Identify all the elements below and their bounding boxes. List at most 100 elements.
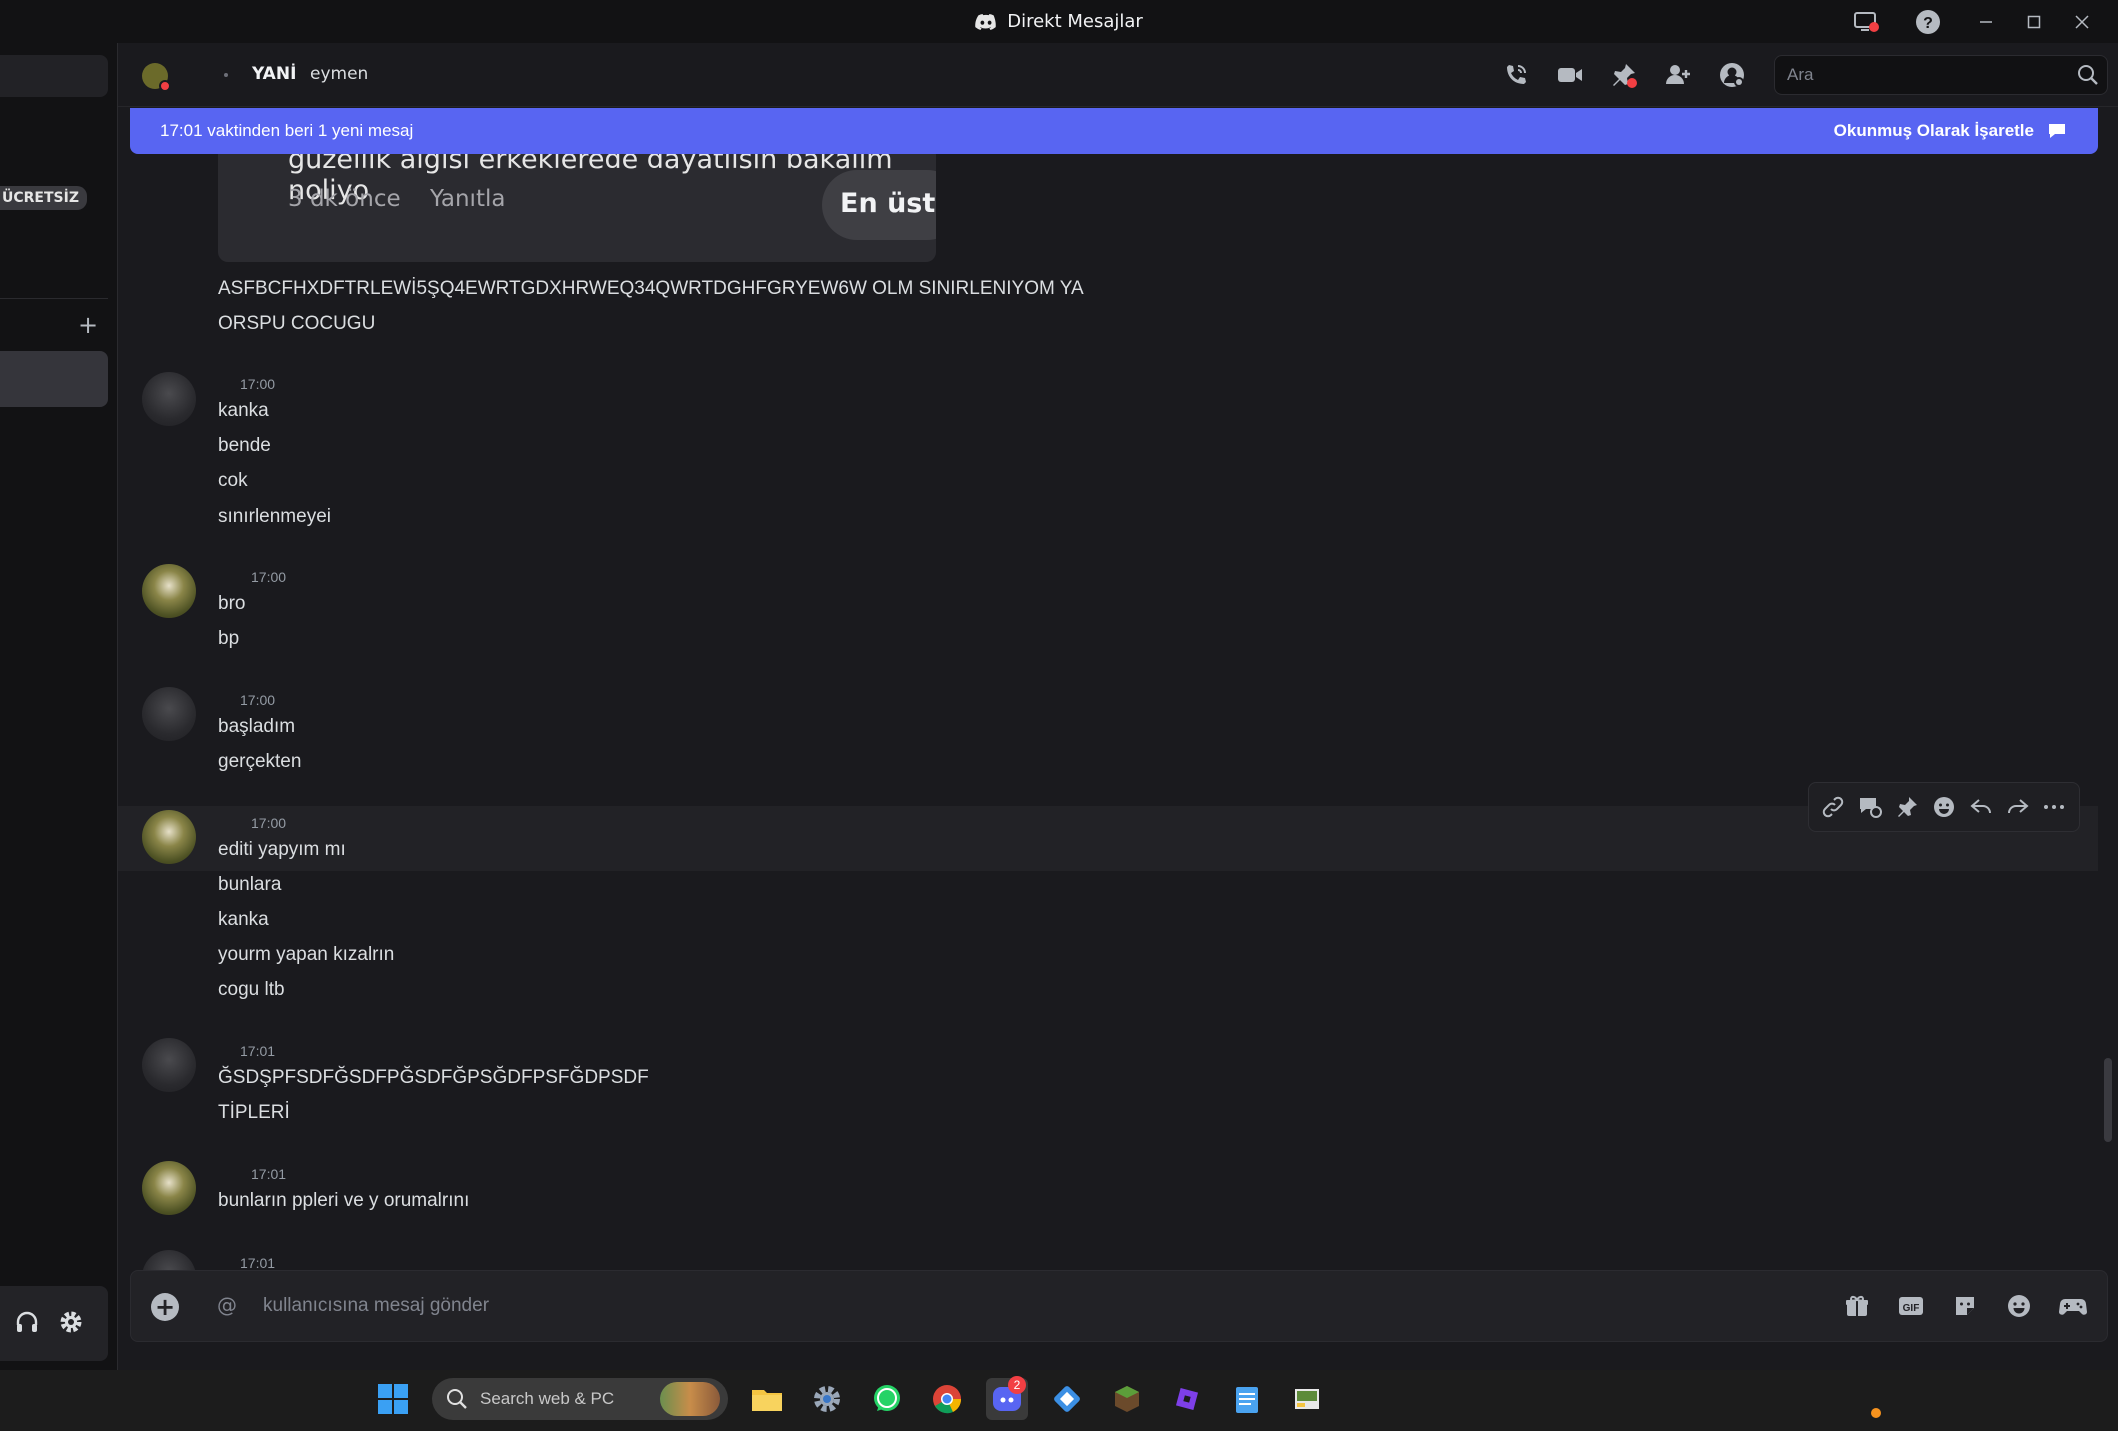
embedded-comment-screenshot: güzellik algısı erkeklerede dayatılsın b… bbox=[218, 154, 936, 262]
find-conversation-button[interactable] bbox=[0, 55, 108, 97]
mark-as-read-label: Okunmuş Olarak İşaretle bbox=[1833, 121, 2034, 140]
message-line: kanka bbox=[218, 400, 269, 421]
notification-dot bbox=[1871, 1408, 1881, 1418]
message-line: yourm yapan kızalrın bbox=[218, 944, 395, 965]
pin-message-icon[interactable] bbox=[1892, 792, 1922, 822]
voice-call-icon[interactable] bbox=[1498, 57, 1534, 93]
search-highlight-image bbox=[660, 1382, 720, 1416]
user-avatar[interactable] bbox=[142, 1038, 196, 1092]
message-timestamp: 17:00 bbox=[251, 569, 287, 585]
user-avatar[interactable] bbox=[142, 564, 196, 618]
scrollbar-thumb[interactable] bbox=[2104, 1058, 2112, 1142]
notification-badge: 2 bbox=[1008, 1376, 1026, 1394]
taskbar-search[interactable]: Search web & PC bbox=[432, 1378, 728, 1420]
create-thread-icon[interactable] bbox=[1855, 792, 1885, 822]
user-avatar[interactable] bbox=[142, 687, 196, 741]
mark-as-read-button[interactable]: Okunmuş Olarak İşaretle bbox=[1834, 121, 2068, 141]
recipient-avatar[interactable] bbox=[142, 63, 171, 92]
more-options-icon[interactable] bbox=[2039, 792, 2069, 822]
chrome-icon[interactable] bbox=[926, 1378, 968, 1420]
search-icon[interactable] bbox=[2077, 64, 2099, 90]
message-line: bp bbox=[218, 628, 240, 649]
window-titlebar: Direkt Mesajlar ? bbox=[0, 0, 2118, 43]
gift-icon[interactable] bbox=[1841, 1289, 1873, 1323]
forward-icon[interactable] bbox=[2003, 792, 2033, 822]
search-box[interactable] bbox=[1774, 55, 2108, 95]
user-avatar[interactable] bbox=[142, 810, 196, 864]
message-line: TİPLERİ bbox=[218, 1102, 290, 1123]
user-avatar[interactable] bbox=[142, 1161, 196, 1215]
new-messages-banner[interactable]: 17:01 vaktinden beri 1 yeni mesaj Okunmu… bbox=[130, 108, 2098, 154]
embed-back-to-top: En üste bbox=[822, 170, 936, 240]
notepad-icon[interactable] bbox=[1226, 1378, 1268, 1420]
window-title-text: Direkt Mesajlar bbox=[1007, 11, 1143, 32]
message-input[interactable] bbox=[263, 1285, 1663, 1327]
message-line: bende bbox=[218, 435, 271, 456]
create-dm-button[interactable]: + bbox=[78, 311, 98, 339]
maximize-button[interactable] bbox=[2010, 0, 2058, 43]
message-line: ORSPU COCUGU bbox=[218, 313, 376, 334]
pinned-messages-icon[interactable] bbox=[1606, 57, 1642, 93]
new-messages-text[interactable]: 17:01 vaktinden beri 1 yeni mesaj bbox=[160, 121, 413, 141]
header-actions bbox=[1498, 57, 1750, 93]
reply-icon[interactable] bbox=[1966, 792, 1996, 822]
video-call-icon[interactable] bbox=[1552, 57, 1588, 93]
message-timestamp: 17:00 bbox=[251, 815, 287, 831]
search-icon bbox=[447, 1389, 467, 1409]
sticker-icon[interactable] bbox=[1949, 1289, 1981, 1323]
composer-actions: GIF bbox=[1841, 1289, 2089, 1323]
message-composer[interactable]: + @ GIF bbox=[130, 1270, 2108, 1342]
message-list[interactable]: güzellik algısı erkeklerede dayatılsın b… bbox=[118, 154, 2118, 1270]
svg-text:GIF: GIF bbox=[1903, 1303, 1920, 1314]
message-timestamp: 17:01 bbox=[240, 1255, 276, 1270]
message-line: cogu ltb bbox=[218, 979, 285, 1000]
message-line: ASFBCFHXDFTRLEWİ5ŞQ4EWRTGDXHRWEQ34QWRTDG… bbox=[218, 278, 1084, 299]
activities-gamepad-icon[interactable] bbox=[2057, 1289, 2089, 1323]
windows-start-icon[interactable] bbox=[372, 1378, 414, 1420]
upload-plus-button[interactable]: + bbox=[151, 1293, 179, 1321]
screen-share-icon[interactable] bbox=[1842, 0, 1890, 43]
game-app-icon[interactable] bbox=[1286, 1378, 1328, 1420]
minimize-button[interactable] bbox=[1962, 0, 2010, 43]
mark-read-icon bbox=[2049, 124, 2065, 138]
recipient-display-name[interactable]: YANİ bbox=[252, 64, 296, 84]
message-line: cok bbox=[218, 470, 248, 491]
nitro-free-badge[interactable]: ÜCRETSİZ bbox=[0, 186, 87, 210]
mention-prefix: @ bbox=[217, 1293, 237, 1317]
settings-icon[interactable] bbox=[806, 1378, 848, 1420]
add-friends-to-dm-icon[interactable] bbox=[1660, 57, 1696, 93]
message-line: bro bbox=[218, 593, 246, 614]
add-reaction-icon[interactable] bbox=[1929, 792, 1959, 822]
user-avatar[interactable] bbox=[142, 1250, 196, 1270]
settings-gear-icon[interactable] bbox=[58, 1309, 84, 1339]
discord-icon bbox=[975, 13, 996, 30]
sidebar-divider bbox=[0, 298, 108, 299]
whatsapp-icon[interactable] bbox=[866, 1378, 908, 1420]
emoji-icon[interactable] bbox=[2003, 1289, 2035, 1323]
roblox-icon[interactable] bbox=[1166, 1378, 1208, 1420]
file-explorer-icon[interactable] bbox=[746, 1378, 788, 1420]
message-line: başladım bbox=[218, 716, 296, 737]
search-input[interactable] bbox=[1787, 56, 2067, 94]
svg-text:?: ? bbox=[1923, 15, 1933, 32]
discord-taskbar-icon[interactable]: 2 bbox=[986, 1376, 1028, 1420]
window-controls: ? bbox=[1842, 0, 2106, 43]
message-line: editi yapyım mı bbox=[218, 839, 346, 860]
user-avatar[interactable] bbox=[142, 372, 196, 426]
message-timestamp: 17:01 bbox=[240, 1043, 276, 1059]
snipping-tool-icon[interactable] bbox=[1046, 1378, 1088, 1420]
minecraft-icon[interactable] bbox=[1106, 1378, 1148, 1420]
close-button[interactable] bbox=[2058, 0, 2106, 43]
user-profile-icon[interactable] bbox=[1714, 57, 1750, 93]
dnd-status-icon bbox=[159, 80, 171, 92]
taskbar-search-text: Search web & PC bbox=[480, 1389, 615, 1408]
recipient-username[interactable]: eymen bbox=[310, 64, 368, 84]
headphones-icon[interactable] bbox=[14, 1309, 40, 1339]
selected-dm-item[interactable] bbox=[0, 351, 108, 407]
help-icon[interactable]: ? bbox=[1904, 0, 1952, 43]
message-timestamp: 17:00 bbox=[240, 692, 276, 708]
gif-icon[interactable]: GIF bbox=[1895, 1289, 1927, 1323]
copy-link-icon[interactable] bbox=[1818, 792, 1848, 822]
taskbar-apps: Search web & PC 2 bbox=[372, 1376, 1328, 1420]
message-line: ĞSDŞPFSDFĞSDFPĞSDFĞPSĞDFPSFĞDPSDF bbox=[218, 1067, 649, 1088]
